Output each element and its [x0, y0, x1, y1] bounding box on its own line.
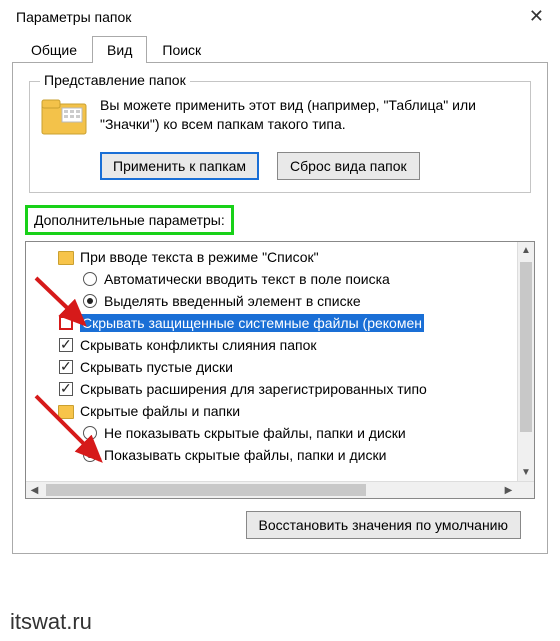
tree-row[interactable]: Скрывать расширения для зарегистрированн… [34, 378, 534, 400]
tree-row[interactable]: Автоматически вводить текст в поле поиск… [34, 268, 534, 290]
checkbox[interactable] [59, 338, 73, 352]
reset-folders-button[interactable]: Сброс вида папок [277, 152, 420, 180]
tab-strip: Общие Вид Поиск [0, 35, 560, 62]
scroll-left-icon[interactable]: ◀ [26, 482, 43, 498]
tree-row-label: Скрытые файлы и папки [80, 403, 240, 419]
folder-icon [58, 251, 74, 265]
close-icon[interactable]: ✕ [525, 6, 548, 27]
tree-row-label: Выделять введенный элемент в списке [104, 293, 361, 309]
tab-general[interactable]: Общие [16, 36, 92, 63]
scroll-thumb-v[interactable] [520, 262, 532, 432]
tree-row-label: Скрывать защищенные системные файлы (рек… [80, 314, 424, 332]
advanced-settings-label: Дополнительные параметры: [25, 205, 234, 235]
group-folder-views-legend: Представление папок [40, 72, 190, 88]
apply-to-folders-button[interactable]: Применить к папкам [100, 152, 259, 180]
checkbox-control[interactable] [58, 359, 74, 375]
tree-row[interactable]: Показывать скрытые файлы, папки и диски [34, 444, 534, 466]
radio-control[interactable] [82, 293, 98, 309]
tree-row-label: При вводе текста в режиме "Список" [80, 249, 319, 265]
tree-row[interactable]: Выделять введенный элемент в списке [34, 290, 534, 312]
radio[interactable] [83, 448, 97, 462]
radio-control[interactable] [82, 447, 98, 463]
checkbox-control[interactable] [58, 337, 74, 353]
checkbox[interactable] [59, 382, 73, 396]
scroll-down-icon[interactable]: ▼ [518, 464, 534, 481]
window-title: Параметры папок [16, 9, 131, 25]
tree-row[interactable]: Скрытые файлы и папки [34, 400, 534, 422]
folder-icon [58, 403, 74, 419]
folder-icon [58, 405, 74, 419]
radio[interactable] [83, 272, 97, 286]
radio-control[interactable] [82, 425, 98, 441]
tree-row[interactable]: Не показывать скрытые файлы, папки и дис… [34, 422, 534, 444]
radio[interactable] [83, 294, 97, 308]
tree-row-label: Показывать скрытые файлы, папки и диски [104, 447, 386, 463]
tab-search[interactable]: Поиск [147, 36, 216, 63]
tree-row[interactable]: Скрывать конфликты слияния папок [34, 334, 534, 356]
restore-defaults-button[interactable]: Восстановить значения по умолчанию [246, 511, 521, 539]
scroll-right-icon[interactable]: ▶ [500, 482, 517, 498]
advanced-settings-tree[interactable]: При вводе текста в режиме "Список" Автома… [25, 241, 535, 499]
radio[interactable] [83, 426, 97, 440]
tree-row-label: Скрывать пустые диски [80, 359, 233, 375]
tree-row[interactable]: Скрывать пустые диски [34, 356, 534, 378]
tab-panel-view: Представление папок Вы можете применить … [12, 62, 548, 554]
folder-views-desc: Вы можете применить этот вид (например, … [100, 96, 520, 134]
checkbox[interactable] [59, 360, 73, 374]
watermark-text: itswat.ru [10, 609, 92, 635]
radio-control[interactable] [82, 271, 98, 287]
tree-row[interactable]: Скрывать защищенные системные файлы (рек… [34, 312, 534, 334]
checkbox-control[interactable] [58, 381, 74, 397]
tab-view[interactable]: Вид [92, 36, 147, 63]
scroll-thumb-h[interactable] [46, 484, 366, 496]
folder-icon [40, 96, 88, 138]
tree-row-label: Автоматически вводить текст в поле поиск… [104, 271, 390, 287]
tree-row-label: Скрывать расширения для зарегистрированн… [80, 381, 427, 397]
folder-icon [58, 249, 74, 265]
group-folder-views: Представление папок Вы можете применить … [29, 81, 531, 193]
tree-row-label: Не показывать скрытые файлы, папки и дис… [104, 425, 406, 441]
horizontal-scrollbar[interactable]: ◀ ▶ [26, 481, 534, 498]
tree-row[interactable]: При вводе текста в режиме "Список" [34, 246, 534, 268]
tree-row-label: Скрывать конфликты слияния папок [80, 337, 317, 353]
checkbox-control[interactable] [58, 315, 74, 331]
vertical-scrollbar[interactable]: ▲ ▼ [517, 242, 534, 481]
checkbox[interactable] [59, 316, 73, 330]
scroll-up-icon[interactable]: ▲ [518, 242, 534, 259]
